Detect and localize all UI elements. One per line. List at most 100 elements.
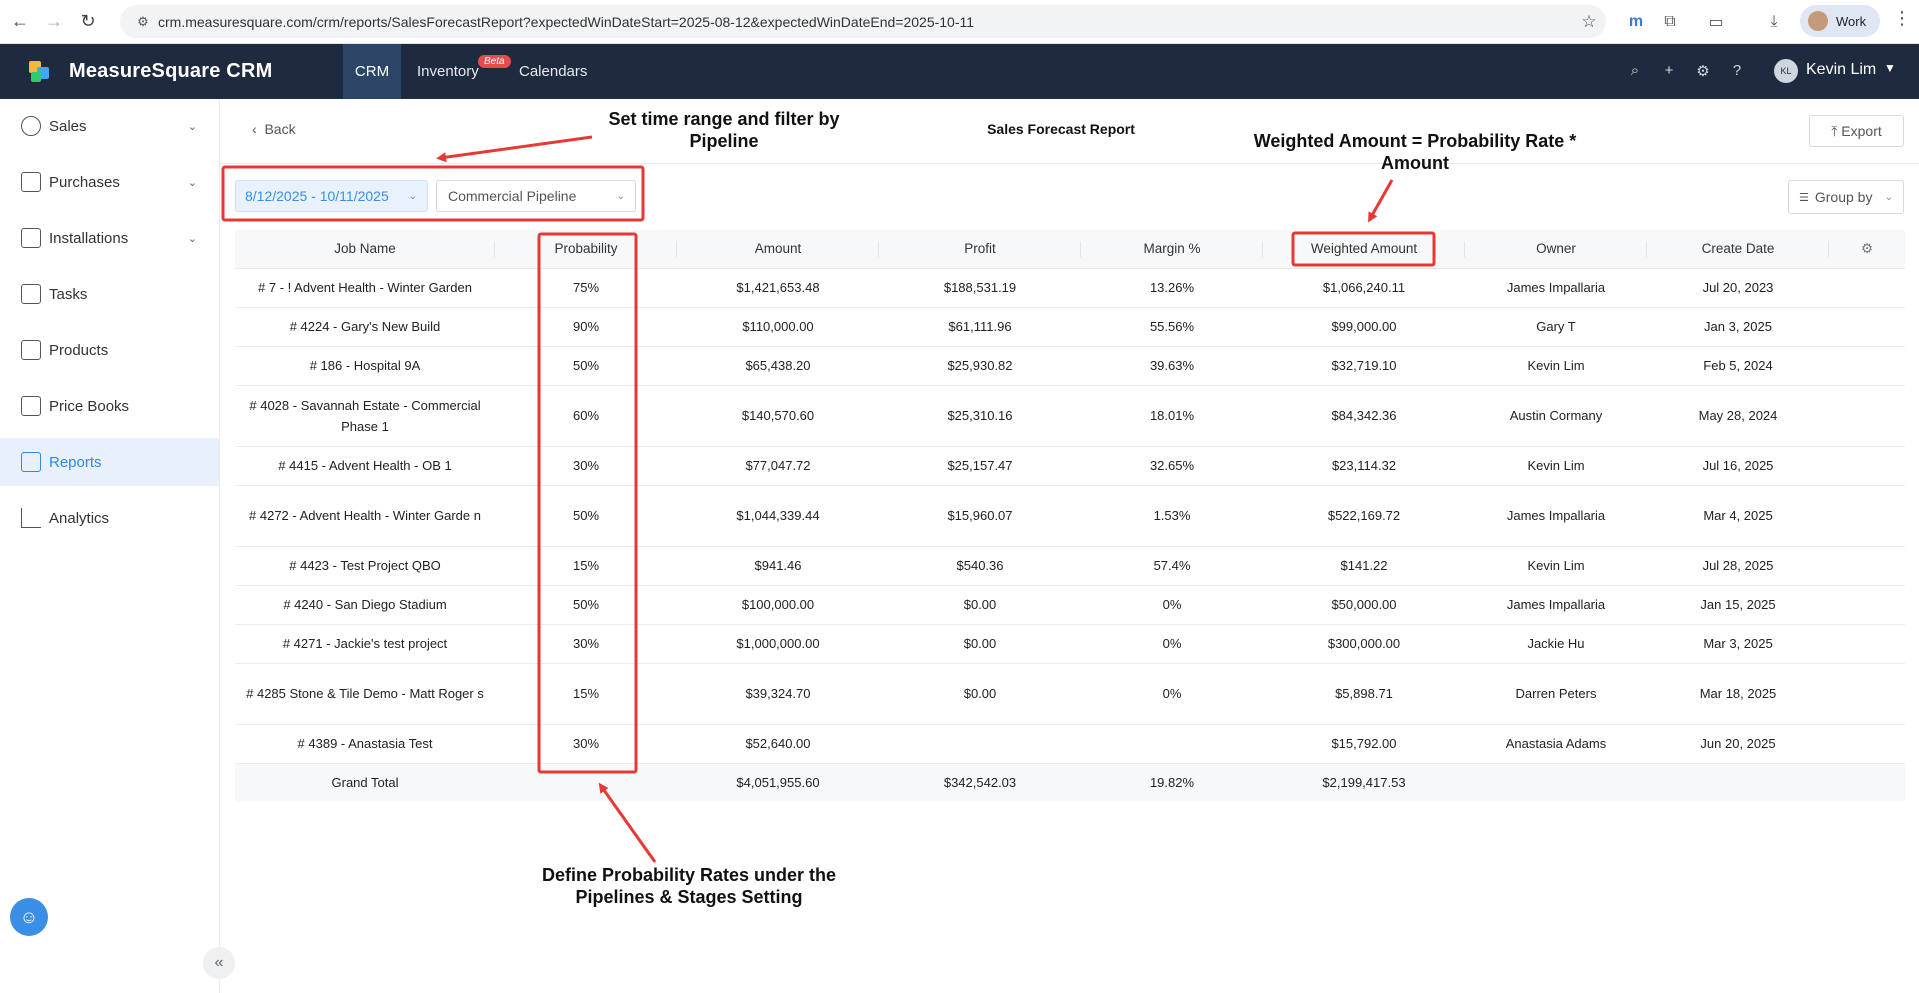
group-by-button[interactable]: ☰ Group by ⌄ xyxy=(1788,180,1904,214)
table-cell: James Impallaria xyxy=(1465,585,1647,625)
user-avatar[interactable]: KL xyxy=(1774,59,1798,83)
col-header[interactable]: Owner xyxy=(1465,230,1647,269)
sidebar-item-analytics[interactable]: Analytics xyxy=(0,494,219,542)
grand-total-row: Grand Total $4,051,955.60 $342,542.03 19.82… xyxy=(235,763,1905,801)
column-settings-gear-icon[interactable]: ⚙ xyxy=(1829,230,1905,269)
table-row[interactable]: # 4285 Stone & Tile Demo - Matt Roger s1… xyxy=(235,663,1905,725)
table-cell: 32.65% xyxy=(1081,446,1263,486)
table-cell: Jackie Hu xyxy=(1465,624,1647,664)
table-row[interactable]: # 4271 - Jackie's test project 30% $1,000,… xyxy=(235,624,1905,664)
table-row[interactable]: # 4240 - San Diego Stadium 50% $100,000.00… xyxy=(235,585,1905,625)
export-button[interactable]: ⤒ Export xyxy=(1809,115,1904,147)
add-icon[interactable]: + xyxy=(1659,62,1679,82)
table-cell[interactable]: # 4028 - Savannah Estate - Commercial Ph… xyxy=(235,385,495,447)
sidebar-item-price-books[interactable]: Price Books xyxy=(0,382,219,430)
row-spacer xyxy=(1829,724,1905,764)
table-cell[interactable]: # 4389 - Anastasia Test xyxy=(235,724,495,764)
col-header[interactable]: Job Name xyxy=(235,230,495,269)
row-spacer xyxy=(1829,346,1905,386)
row-spacer xyxy=(1829,268,1905,308)
row-spacer xyxy=(1829,446,1905,486)
table-cell[interactable]: # 4224 - Gary's New Build xyxy=(235,307,495,347)
tab-inventory[interactable]: Inventory xyxy=(417,44,479,99)
extension-m-icon[interactable]: m xyxy=(1622,8,1650,36)
table-row[interactable]: # 4224 - Gary's New Build 90% $110,000.00 $… xyxy=(235,307,1905,347)
table-cell[interactable]: # 4423 - Test Project QBO xyxy=(235,546,495,586)
table-row[interactable]: # 4415 - Advent Health - OB 1 30% $77,047.… xyxy=(235,446,1905,486)
total-cell: $2,199,417.53 xyxy=(1263,763,1465,801)
table-row[interactable]: # 7 - ! Advent Health - Winter Garden 75%… xyxy=(235,268,1905,308)
download-icon[interactable]: ⤓ xyxy=(1760,8,1788,36)
chevron-down-icon: ⌄ xyxy=(616,190,625,202)
profile-chip[interactable]: Work xyxy=(1800,5,1880,37)
tab-crm[interactable]: CRM xyxy=(343,44,401,99)
sidebar-item-installations[interactable]: Installations ⌄ xyxy=(0,214,219,262)
table-cell[interactable]: # 4271 - Jackie's test project xyxy=(235,624,495,664)
sidebar-item-tasks[interactable]: Tasks xyxy=(0,270,219,318)
user-name[interactable]: Kevin Lim xyxy=(1806,61,1876,79)
reload-icon[interactable]: ↻ xyxy=(74,8,102,36)
col-header[interactable]: Margin % xyxy=(1081,230,1263,269)
table-cell[interactable]: # 186 - Hospital 9A xyxy=(235,346,495,386)
back-link[interactable]: ‹ Back xyxy=(252,121,296,137)
table-row[interactable]: # 4028 - Savannah Estate - Commercial Ph… xyxy=(235,385,1905,447)
col-header[interactable]: Probability xyxy=(495,230,677,269)
assistant-bot-icon[interactable]: ☺ xyxy=(10,898,48,936)
extensions-puzzle-icon[interactable]: ⧉ xyxy=(1656,8,1684,36)
tab-search-icon[interactable]: ▭ xyxy=(1702,8,1730,36)
site-settings-icon[interactable]: ⚙ xyxy=(128,14,158,30)
bookmark-star-icon[interactable]: ☆ xyxy=(1572,12,1606,32)
col-header[interactable]: Create Date xyxy=(1647,230,1829,269)
table-cell: 75% xyxy=(495,268,677,308)
forward-arrow-icon[interactable]: → xyxy=(40,8,68,36)
col-header[interactable]: Amount xyxy=(677,230,879,269)
table-cell[interactable]: # 7 - ! Advent Health - Winter Garden xyxy=(235,268,495,308)
sidebar-item-label: Sales xyxy=(49,117,87,135)
table-cell[interactable]: # 4240 - San Diego Stadium xyxy=(235,585,495,625)
table-cell: Anastasia Adams xyxy=(1465,724,1647,764)
help-icon[interactable]: ? xyxy=(1727,62,1747,82)
col-header[interactable]: Profit xyxy=(879,230,1081,269)
table-cell: $25,310.16 xyxy=(879,385,1081,447)
sidebar-item-reports[interactable]: Reports xyxy=(0,438,219,486)
table-cell: $61,111.96 xyxy=(879,307,1081,347)
back-arrow-icon[interactable]: ← xyxy=(6,8,34,36)
url-text[interactable]: crm.measuresquare.com/crm/reports/SalesF… xyxy=(158,14,1572,30)
table-cell: $25,157.47 xyxy=(879,446,1081,486)
weighted-arrow xyxy=(1368,179,1394,223)
user-menu-caret-icon[interactable]: ▼ xyxy=(1884,61,1896,75)
table-row[interactable]: # 186 - Hospital 9A 50% $65,438.20 $25,930.… xyxy=(235,346,1905,386)
table-cell: $540.36 xyxy=(879,546,1081,586)
purchases-icon xyxy=(21,172,41,192)
table-row[interactable]: # 4423 - Test Project QBO 15% $941.46 $540.… xyxy=(235,546,1905,586)
tab-calendars[interactable]: Calendars xyxy=(519,44,587,99)
chevron-left-icon: ‹ xyxy=(252,121,265,137)
table-cell[interactable]: # 4415 - Advent Health - OB 1 xyxy=(235,446,495,486)
table-row[interactable]: # 4389 - Anastasia Test 30% $52,640.00 $15,… xyxy=(235,724,1905,764)
browser-menu-icon[interactable]: ⋮ xyxy=(1890,8,1914,36)
table-cell: Jul 20, 2023 xyxy=(1647,268,1829,308)
search-icon[interactable]: ⌕ xyxy=(1625,62,1645,82)
table-cell: $39,324.70 xyxy=(677,663,879,725)
pipeline-select[interactable]: Commercial Pipeline ⌄ xyxy=(436,180,636,212)
col-header[interactable]: Weighted Amount xyxy=(1263,230,1465,269)
sidebar-item-products[interactable]: Products xyxy=(0,326,219,374)
calendar-check-icon xyxy=(21,284,41,304)
settings-gear-icon[interactable]: ⚙ xyxy=(1693,62,1713,82)
table-cell: $188,531.19 xyxy=(879,268,1081,308)
total-cell: $4,051,955.60 xyxy=(677,763,879,801)
table-cell: 0% xyxy=(1081,585,1263,625)
collapse-sidebar-icon[interactable]: « xyxy=(203,947,235,979)
address-bar[interactable]: ⚙ crm.measuresquare.com/crm/reports/Sale… xyxy=(120,5,1606,38)
table-cell: Mar 18, 2025 xyxy=(1647,663,1829,725)
sidebar-item-purchases[interactable]: Purchases ⌄ xyxy=(0,158,219,206)
table-cell[interactable]: # 4272 - Advent Health - Winter Garde n xyxy=(235,485,495,547)
sidebar-item-sales[interactable]: Sales ⌄ xyxy=(0,102,219,150)
table-row[interactable]: # 4272 - Advent Health - Winter Garde n5… xyxy=(235,485,1905,547)
table-cell: $5,898.71 xyxy=(1263,663,1465,725)
table-cell[interactable]: # 4285 Stone & Tile Demo - Matt Roger s xyxy=(235,663,495,725)
date-range-picker[interactable]: 8/12/2025 - 10/11/2025 ⌄ xyxy=(235,180,428,212)
probability-annotation: Define Probability Rates under the Pipel… xyxy=(541,865,837,907)
table-cell: May 28, 2024 xyxy=(1647,385,1829,447)
sidebar-item-label: Products xyxy=(49,341,109,359)
